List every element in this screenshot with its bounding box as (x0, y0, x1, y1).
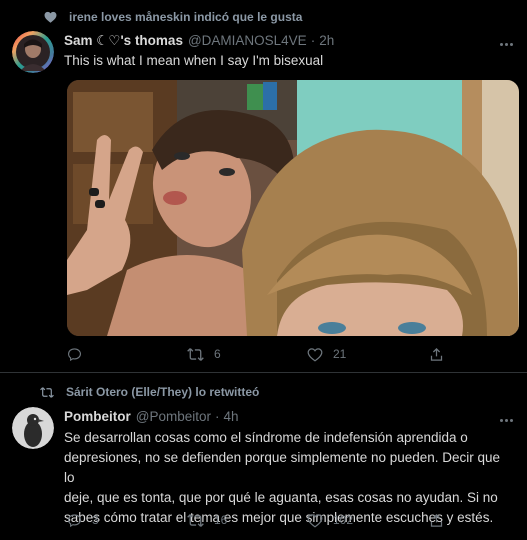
tweet-actions: 6 21 (67, 346, 519, 362)
tweet-retweeted[interactable]: Sárit Otero (Elle/They) lo retwitteó Pom… (0, 373, 527, 540)
reply-icon (67, 513, 82, 527)
reply-icon (67, 347, 82, 361)
avatar[interactable] (12, 407, 54, 449)
timestamp[interactable]: 2h (319, 33, 334, 48)
retweet-icon (187, 513, 204, 527)
author-handle[interactable]: @Pombeitor (136, 409, 211, 424)
like-button[interactable]: 21 (307, 346, 346, 362)
tweet-photo[interactable] (67, 80, 519, 336)
text-line: Se desarrollan cosas como el síndrome de… (64, 430, 468, 445)
social-context-text: irene loves måneskin indicó que le gusta (69, 10, 303, 24)
share-button[interactable] (429, 346, 444, 362)
reply-button[interactable] (67, 346, 92, 362)
author-name[interactable]: Pombeitor (64, 409, 131, 424)
more-options-icon[interactable] (500, 37, 513, 51)
heart-icon (307, 513, 323, 528)
text-line: deje, que es tonta, que por qué le aguan… (64, 490, 498, 505)
retweet-count: 16 (214, 513, 228, 527)
author-handle[interactable]: @DAMIANOSL4VE (188, 33, 307, 48)
social-context-text: Sárit Otero (Elle/They) lo retwitteó (66, 385, 260, 399)
tweet-text: This is what I mean when I say I'm bisex… (64, 53, 324, 68)
share-icon (430, 513, 443, 527)
text-line: depresiones, no se defienden porque simp… (64, 450, 501, 485)
tweet-header: Sam ☾♡'s thomas @DAMIANOSL4VE · 2h (64, 33, 334, 49)
like-count: 102 (333, 513, 354, 527)
tweet-actions: 3 16 102 (67, 512, 519, 528)
retweet-button[interactable]: 16 (187, 512, 227, 528)
share-button[interactable] (429, 512, 444, 528)
heart-icon (307, 347, 323, 362)
tweet-liked[interactable]: irene loves måneskin indicó que le gusta… (0, 0, 527, 372)
heart-filled-icon (43, 10, 57, 24)
social-context-retweet: Sárit Otero (Elle/They) lo retwitteó (40, 385, 259, 399)
separator-dot: · (310, 33, 316, 48)
like-count: 21 (333, 347, 347, 361)
tweet-header: Pombeitor @Pombeitor · 4h (64, 409, 239, 424)
retweet-icon (187, 347, 204, 361)
share-icon (430, 347, 443, 361)
reply-count: 3 (92, 513, 99, 527)
social-context-like: irene loves måneskin indicó que le gusta (43, 10, 302, 24)
author-name[interactable]: Sam ☾♡'s thomas (64, 33, 183, 49)
separator-dot: · (215, 409, 220, 424)
retweet-icon (40, 385, 54, 399)
retweet-count: 6 (214, 347, 221, 361)
retweet-button[interactable]: 6 (187, 346, 221, 362)
timestamp[interactable]: 4h (224, 409, 239, 424)
more-options-icon[interactable] (500, 413, 513, 427)
avatar[interactable] (12, 31, 54, 73)
like-button[interactable]: 102 (307, 512, 353, 528)
reply-button[interactable]: 3 (67, 512, 99, 528)
